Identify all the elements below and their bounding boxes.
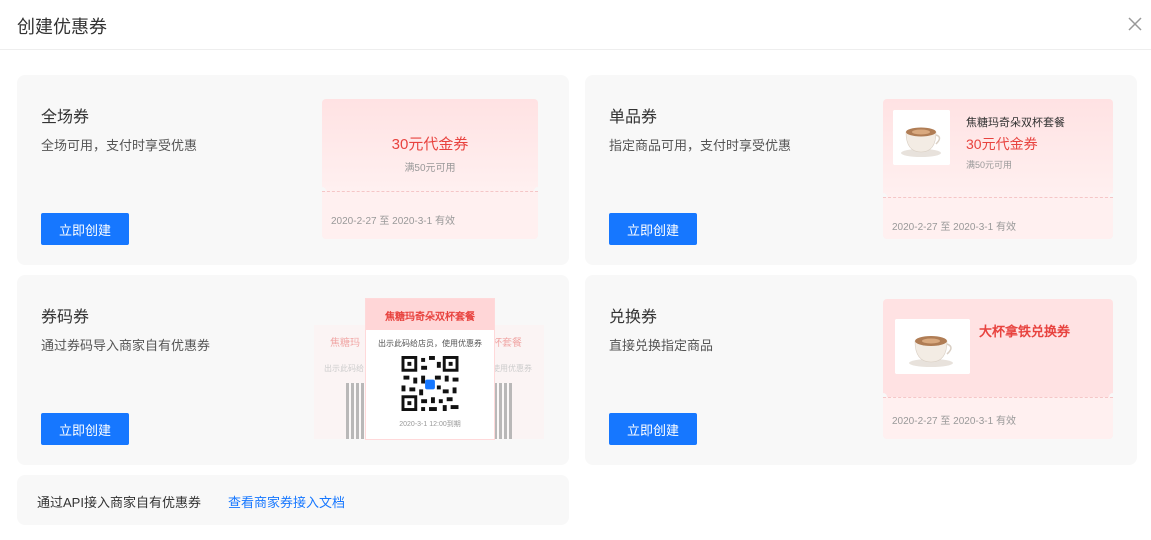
card-full-store-coupon: 全场券 全场可用，支付时享受优惠 立即创建 30元代金券 满50元可用 2020… bbox=[17, 75, 569, 265]
create-single-item-coupon-button[interactable]: 立即创建 bbox=[609, 213, 697, 245]
api-docs-link[interactable]: 查看商家券接入文档 bbox=[228, 492, 345, 511]
create-exchange-coupon-button[interactable]: 立即创建 bbox=[609, 413, 697, 445]
card-desc: 指定商品可用，支付时享受优惠 bbox=[609, 138, 792, 153]
dialog-title: 创建优惠券 bbox=[17, 17, 107, 37]
coupon-validity: 2020-2-27 至 2020-3-1 有效 bbox=[331, 216, 455, 227]
coupon-preview-side-left: 焦糖玛 出示此码给 bbox=[314, 325, 366, 439]
create-full-store-coupon-button[interactable]: 立即创建 bbox=[41, 213, 129, 245]
coffee-cup-icon bbox=[895, 319, 970, 374]
coupon-product: 焦糖玛奇朵双杯套餐 bbox=[385, 312, 475, 323]
coupon-preview: 30元代金券 满50元可用 2020-2-27 至 2020-3-1 有效 bbox=[318, 99, 542, 239]
coupon-condition: 满50元可用 bbox=[966, 160, 1013, 170]
card-title: 单品券 bbox=[609, 109, 658, 126]
coupon-amount: 30元代金券 bbox=[391, 136, 469, 153]
close-icon[interactable] bbox=[1124, 13, 1146, 35]
card-title: 兑换券 bbox=[609, 309, 658, 326]
card-title: 全场券 bbox=[41, 109, 90, 126]
coupon-validity: 2020-2-27 至 2020-3-1 有效 bbox=[892, 416, 1016, 427]
card-desc: 全场可用，支付时享受优惠 bbox=[41, 138, 198, 153]
card-exchange-coupon: 兑换券 直接兑换指定商品 立即创建 大杯拿铁兑换券 2020-2-27 至 20… bbox=[585, 275, 1137, 465]
card-desc: 直接兑换指定商品 bbox=[609, 338, 714, 353]
card-desc: 通过券码导入商家自有优惠券 bbox=[41, 338, 211, 353]
coupon-validity: 2020-2-27 至 2020-3-1 有效 bbox=[892, 222, 1016, 233]
qr-code-icon bbox=[401, 356, 459, 411]
coupon-preview: 大杯拿铁兑换券 2020-2-27 至 2020-3-1 有效 bbox=[879, 299, 1117, 439]
dialog-header: 创建优惠券 bbox=[0, 0, 1151, 50]
card-title: 券码券 bbox=[41, 309, 90, 326]
coupon-product: 杯套餐 bbox=[492, 338, 522, 349]
card-single-item-coupon: 单品券 指定商品可用，支付时享受优惠 立即创建 焦糖玛奇朵双杯套餐 30元代金券… bbox=[585, 75, 1137, 265]
coupon-instruction: 使用优惠券 bbox=[492, 364, 532, 373]
coupon-condition: 满50元可用 bbox=[404, 163, 456, 174]
api-integration-text: 通过API接入商家自有优惠券 bbox=[37, 495, 201, 510]
coupon-preview: 焦糖玛奇朵双杯套餐 30元代金券 满50元可用 2020-2-27 至 2020… bbox=[879, 99, 1117, 239]
coupon-instruction: 出示此码给 bbox=[324, 364, 364, 373]
coupon-amount: 30元代金券 bbox=[966, 136, 1038, 152]
coupon-preview: 焦糖玛奇朵双杯套餐 出示此码给店员，使用优惠券 2020-3-1 12:00到期 bbox=[366, 299, 494, 439]
coupon-product: 焦糖玛 bbox=[330, 338, 360, 349]
coupon-product: 焦糖玛奇朵双杯套餐 bbox=[966, 117, 1065, 129]
card-code-coupon: 券码券 通过券码导入商家自有优惠券 立即创建 焦糖玛 出示此码给 杯套餐 使用优… bbox=[17, 275, 569, 465]
qr-code-icon bbox=[494, 383, 512, 439]
coffee-cup-icon bbox=[893, 110, 950, 165]
coupon-instruction: 出示此码给店员，使用优惠券 bbox=[378, 339, 482, 348]
coupon-product: 大杯拿铁兑换券 bbox=[979, 324, 1071, 339]
create-code-coupon-button[interactable]: 立即创建 bbox=[41, 413, 129, 445]
coupon-validity: 2020-3-1 12:00到期 bbox=[399, 421, 461, 428]
api-integration-row: 通过API接入商家自有优惠券 查看商家券接入文档 bbox=[17, 475, 569, 525]
qr-code-icon bbox=[346, 383, 366, 439]
coupon-preview-side-right: 杯套餐 使用优惠券 bbox=[492, 325, 544, 439]
